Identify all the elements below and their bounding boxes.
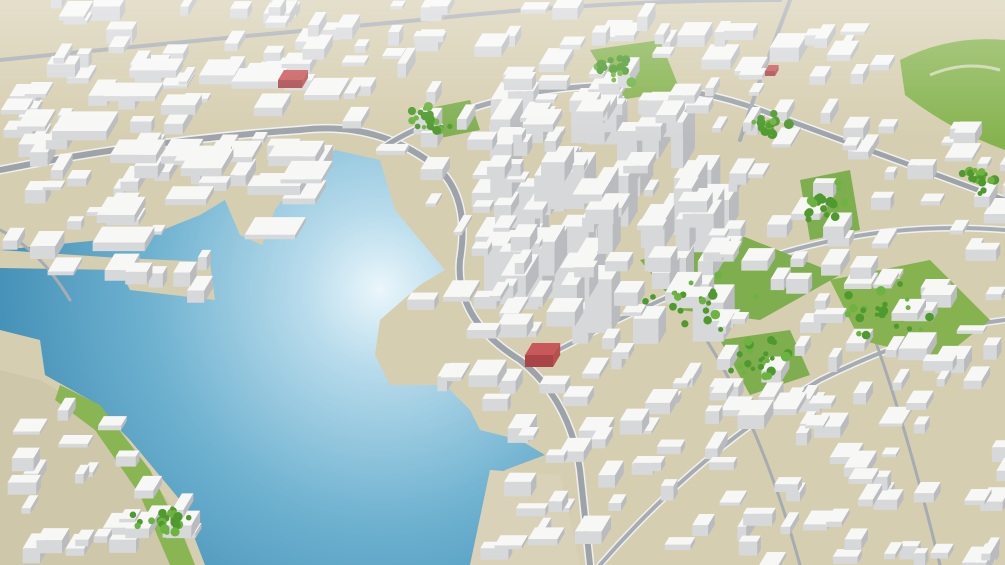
city-aerial-view — [0, 0, 1005, 565]
atmospheric-haze — [0, 0, 1005, 565]
city-model-scene — [0, 0, 1005, 565]
